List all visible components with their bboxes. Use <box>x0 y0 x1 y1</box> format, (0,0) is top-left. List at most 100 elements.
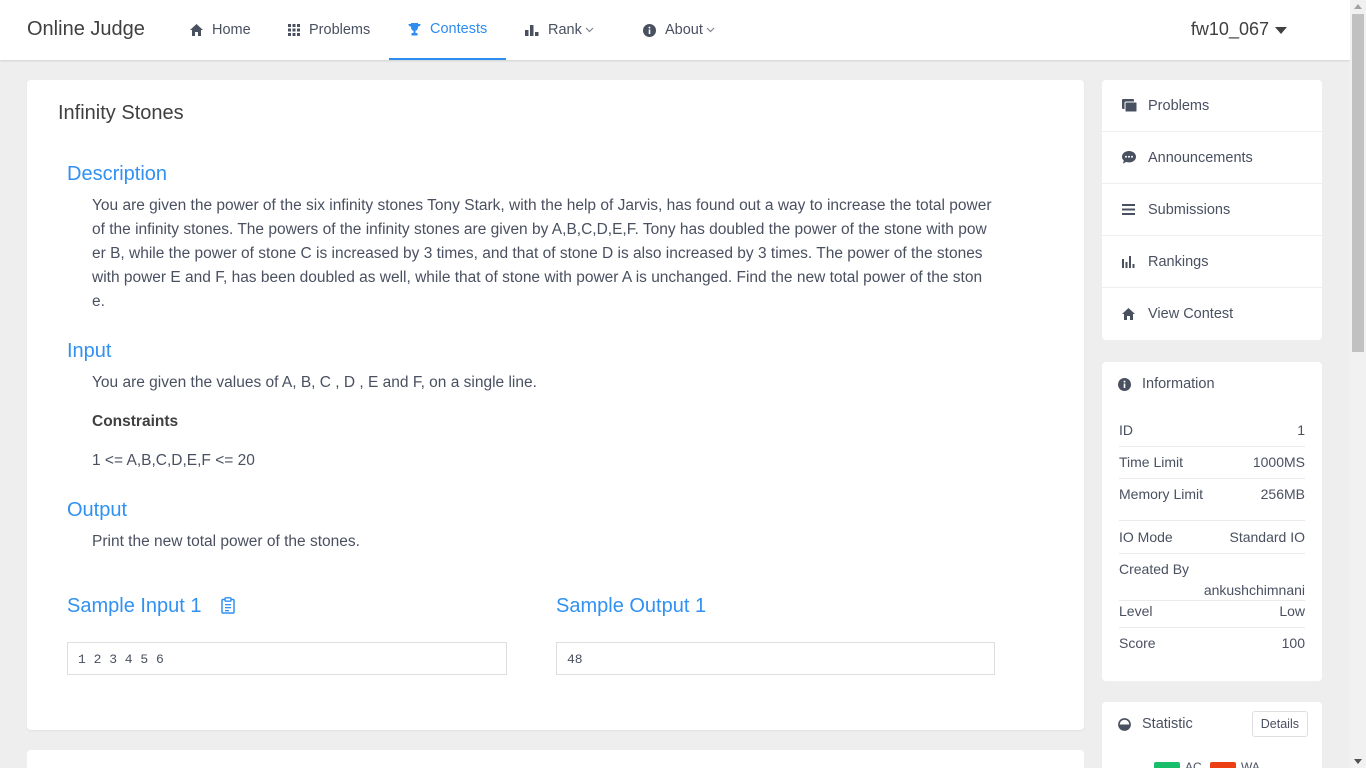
home-icon <box>1122 308 1148 320</box>
description-body: You are given the power of the six infin… <box>92 194 1027 314</box>
info-icon <box>1118 377 1131 391</box>
menu-item-rankings[interactable]: Rankings <box>1102 236 1322 288</box>
clipboard-copy-icon[interactable] <box>221 597 235 614</box>
contest-menu: Problems Announcements Submissions Ranki… <box>1102 80 1322 340</box>
legend-wa-label: WA <box>1241 760 1260 768</box>
output-text: Print the new total power of the stones. <box>92 533 360 550</box>
info-id-row: ID 1 <box>1119 422 1305 447</box>
information-card: Information ID 1 Time Limit 1000MS Memor… <box>1102 362 1322 681</box>
info-created-label: Created By <box>1119 561 1190 577</box>
nav-problems[interactable]: Problems <box>288 0 370 60</box>
chevron-down-icon <box>585 27 594 33</box>
page-scrollbar[interactable] <box>1350 0 1366 768</box>
constraints-text: 1 <= A,B,C,D,E,F <= 20 <box>92 452 255 469</box>
info-level-label: Level <box>1119 603 1153 619</box>
sample-output-box[interactable]: 48 <box>556 642 995 675</box>
nav-rank-label: Rank <box>548 22 582 38</box>
info-time-label: Time Limit <box>1119 454 1184 470</box>
bar-chart-icon <box>525 24 539 36</box>
info-id-label: ID <box>1119 422 1133 438</box>
menu-item-view-contest[interactable]: View Contest <box>1102 288 1322 340</box>
nav-problems-label: Problems <box>309 22 371 38</box>
info-score-value: 100 <box>1281 635 1305 651</box>
legend-ac-swatch <box>1154 762 1180 768</box>
menu-item-problems[interactable]: Problems <box>1102 80 1322 132</box>
info-time-row: Time Limit 1000MS <box>1119 454 1305 479</box>
chevron-down-icon <box>706 27 715 33</box>
info-score-row: Score 100 <box>1119 635 1305 651</box>
username: fw10_067 <box>1190 19 1269 39</box>
description-line: with power E and F, has been doubled as … <box>92 269 983 286</box>
legend-wa-swatch <box>1210 762 1236 768</box>
brand-logo[interactable]: Online Judge <box>27 18 145 41</box>
scroll-down-arrow-icon[interactable] <box>1354 759 1362 764</box>
sample-input-heading: Sample Input 1 <box>67 595 235 618</box>
menu-item-rankings-label: Rankings <box>1148 253 1209 270</box>
scroll-up-arrow-icon[interactable] <box>1354 4 1362 9</box>
chat-bubble-icon <box>1122 151 1148 164</box>
info-level-value: Low <box>1279 603 1305 619</box>
bar-chart-icon <box>1122 255 1148 268</box>
details-button[interactable]: Details <box>1251 711 1308 737</box>
home-icon <box>190 24 203 36</box>
description-line: of the infinity stones. The powers of th… <box>92 221 987 238</box>
sample-input-box[interactable]: 1 2 3 4 5 6 <box>67 642 507 675</box>
information-heading: Information <box>1118 376 1215 392</box>
nav-rank[interactable]: Rank <box>525 0 594 60</box>
constraints-label: Constraints <box>92 410 1027 434</box>
input-heading: Input <box>67 340 112 362</box>
statistic-heading: Statistic <box>1118 716 1193 732</box>
sample-output-heading: Sample Output 1 <box>556 595 707 617</box>
menu-item-announcements[interactable]: Announcements <box>1102 132 1322 184</box>
info-memory-row: Memory Limit 256MB <box>1119 486 1305 521</box>
nav-about[interactable]: About <box>643 0 715 60</box>
description-heading: Description <box>67 163 168 185</box>
statistic-card: Statistic Details AC WA <box>1102 702 1322 768</box>
description-line: You are given the power of the six infin… <box>92 197 992 214</box>
pie-chart-icon <box>1118 717 1131 731</box>
description-line: er B, while the power of stone C is incr… <box>92 245 983 262</box>
top-navbar: Online Judge Home Problems Contests Rank <box>0 0 1350 60</box>
problem-title: Infinity Stones <box>58 102 184 124</box>
menu-item-problems-label: Problems <box>1148 97 1210 114</box>
sample-input-title: Sample Input 1 <box>67 595 202 617</box>
caret-down-icon <box>1275 19 1287 40</box>
info-io-row: IO Mode Standard IO <box>1119 529 1305 554</box>
nav-home[interactable]: Home <box>190 0 251 60</box>
info-created-value: ankushchimnani <box>1203 582 1305 598</box>
info-time-value: 1000MS <box>1252 454 1305 470</box>
book-icon <box>1122 99 1148 112</box>
user-dropdown[interactable]: fw10_067 <box>1191 19 1287 40</box>
info-score-label: Score <box>1119 635 1156 651</box>
information-title: Information <box>1142 376 1215 392</box>
problem-card: Infinity Stones Description You are give… <box>27 80 1084 730</box>
input-text: You are given the values of A, B, C , D … <box>92 374 537 391</box>
scrollbar-thumb[interactable] <box>1352 14 1364 352</box>
nav-about-label: About <box>665 22 703 38</box>
legend-ac-label: AC <box>1185 760 1202 768</box>
info-icon <box>643 23 656 37</box>
info-io-label: IO Mode <box>1119 529 1173 545</box>
legend-wa[interactable]: WA <box>1210 760 1260 768</box>
menu-item-announcements-label: Announcements <box>1148 149 1253 166</box>
constraints-heading: Constraints <box>92 413 179 430</box>
menu-item-submissions-label: Submissions <box>1148 201 1231 218</box>
description-line: e. <box>92 293 105 310</box>
info-io-value: Standard IO <box>1229 529 1306 545</box>
nav-contests[interactable]: Contests <box>389 0 506 60</box>
info-memory-value: 256MB <box>1260 486 1305 502</box>
info-created-row: Created By ankushchimnani <box>1119 561 1305 601</box>
nav-contests-label: Contests <box>430 21 488 37</box>
nav-home-label: Home <box>212 22 251 38</box>
menu-item-view-contest-label: View Contest <box>1148 306 1234 322</box>
output-heading: Output <box>67 499 128 521</box>
trophy-icon <box>408 22 421 36</box>
submission-card <box>27 750 1084 768</box>
grid-icon <box>288 24 300 36</box>
info-level-row: Level Low <box>1119 603 1305 628</box>
info-id-value: 1 <box>1297 422 1305 438</box>
legend-ac[interactable]: AC <box>1154 760 1202 768</box>
statistic-title: Statistic <box>1142 716 1193 732</box>
menu-item-submissions[interactable]: Submissions <box>1102 184 1322 236</box>
list-icon <box>1122 204 1148 215</box>
